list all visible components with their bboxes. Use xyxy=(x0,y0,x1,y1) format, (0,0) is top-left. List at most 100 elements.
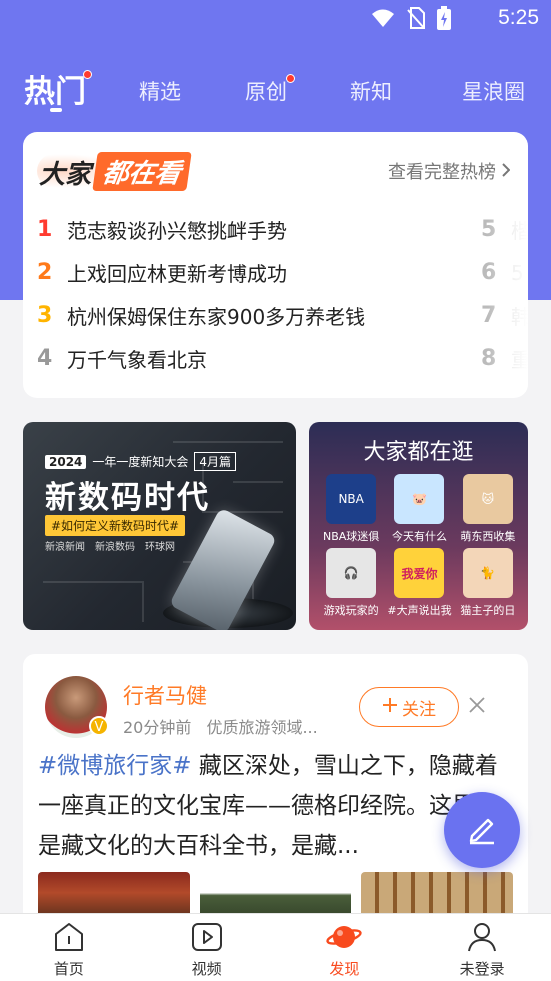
battery-icon xyxy=(437,6,451,34)
bottom-nav: 首页 视频 发现 未登录 xyxy=(0,913,551,981)
hot-rank: 1 xyxy=(37,217,53,242)
hot-title: 上戏回应林更新考博成功 xyxy=(67,262,287,286)
tab-selected[interactable]: 精选 xyxy=(139,76,181,106)
browsing-label: NBA球迷俱 xyxy=(323,530,380,543)
tab-label: 星浪圈 xyxy=(462,80,525,104)
plus-icon xyxy=(382,697,398,718)
nav-label: 发现 xyxy=(329,960,360,978)
hot-list-item[interactable]: 3 杭州保姆保住东家900多万养老钱 xyxy=(37,294,457,337)
kitten-image-icon: 🐈 xyxy=(462,548,513,598)
nav-discover[interactable]: 发现 xyxy=(276,914,414,981)
banner-title: 新数码时代 xyxy=(45,480,210,516)
browsing-item[interactable]: 🐈 猫主子的日 xyxy=(454,548,522,618)
verified-badge-icon: V xyxy=(89,716,109,736)
hot-list-card: 大家 都在看 查看完整热榜 1 范志毅谈孙兴慜挑衅手势 2 上戏回应林更新考博成… xyxy=(23,132,528,398)
feed-post: V 行者马健 20分钟前 优质旅游领域... 关注 #微博旅行家# 藏区深处，雪… xyxy=(23,654,528,924)
tab-label: 原创 xyxy=(245,80,287,104)
browsing-item[interactable]: NBA NBA球迷俱 xyxy=(317,474,385,544)
tab-badge-dot xyxy=(83,70,92,79)
browsing-label: 今天有什么 xyxy=(391,530,447,543)
tab-star-circle[interactable]: 星浪圈 xyxy=(462,76,525,106)
follow-label: 关注 xyxy=(402,699,436,720)
tab-original[interactable]: 原创 xyxy=(245,74,295,106)
event-header: 2024 一年一度新知大会 4月篇 xyxy=(45,452,237,471)
event-name: 一年一度新知大会 xyxy=(92,455,189,469)
no-sim-icon xyxy=(407,7,425,33)
browsing-label: #大声说出我 xyxy=(387,604,452,617)
video-icon xyxy=(191,922,223,956)
banner-hashtag: #如何定义新数码时代# xyxy=(45,515,186,536)
status-bar: 5:25 xyxy=(0,0,551,38)
hot-title: 杭州保姆保住东家900多万养老钱 xyxy=(67,305,366,329)
tab-label: 精选 xyxy=(139,80,181,104)
gamer-image-icon: 🎧 xyxy=(326,548,377,598)
hot-title: 范志毅谈孙兴慜挑衅手势 xyxy=(67,219,287,243)
tab-label: 新知 xyxy=(350,80,392,104)
event-year: 2024 xyxy=(45,454,87,469)
post-meta: 20分钟前 优质旅游领域... xyxy=(123,714,318,738)
tab-new-knowledge[interactable]: 新知 xyxy=(350,76,392,106)
status-time: 5:25 xyxy=(498,6,539,29)
hot-list-item[interactable]: 1 范志毅谈孙兴慜挑衅手势 xyxy=(37,208,457,251)
follow-button[interactable]: 关注 xyxy=(359,687,459,727)
pig-image-icon: 🐷 xyxy=(394,474,445,524)
full-hot-list-link[interactable]: 查看完整热榜 xyxy=(388,158,511,184)
nba-logo-icon: NBA xyxy=(326,474,377,524)
author-name[interactable]: 行者马健 xyxy=(123,680,207,710)
post-hashtag[interactable]: #微博旅行家# xyxy=(38,753,192,779)
status-icons xyxy=(371,6,451,34)
browsing-item[interactable]: 🐷 今天有什么 xyxy=(385,474,453,544)
sponsor-logo: 新浪新闻 xyxy=(45,542,85,553)
cat-image-icon: 🐱 xyxy=(462,474,513,524)
browsing-item[interactable]: 🐱 萌东西收集 xyxy=(454,474,522,544)
hot-list: 1 范志毅谈孙兴慜挑衅手势 2 上戏回应林更新考博成功 3 杭州保姆保住东家90… xyxy=(37,208,457,380)
nav-label: 视频 xyxy=(191,960,222,978)
chevron-right-icon xyxy=(502,161,511,182)
hot-rank: 2 xyxy=(37,260,53,285)
nav-video[interactable]: 视频 xyxy=(138,914,276,981)
post-source: 优质旅游领域... xyxy=(206,718,318,737)
wifi-icon xyxy=(371,8,395,32)
nav-profile[interactable]: 未登录 xyxy=(413,914,551,981)
new-digital-era-banner[interactable]: 2024 一年一度新知大会 4月篇 新数码时代 #如何定义新数码时代# 新浪新闻… xyxy=(23,422,296,630)
hot-list-item[interactable]: 2 上戏回应林更新考博成功 xyxy=(37,251,457,294)
browsing-item[interactable]: 我爱你 #大声说出我 xyxy=(385,548,453,618)
user-icon xyxy=(466,922,498,956)
browsing-label: 猫主子的日 xyxy=(460,604,516,617)
nav-label: 未登录 xyxy=(459,960,505,978)
home-icon xyxy=(53,922,85,956)
nav-label: 首页 xyxy=(53,960,84,978)
everyone-browsing-card[interactable]: 大家都在逛 NBA NBA球迷俱 🐷 今天有什么 🐱 萌东西收集 🎧 游戏玩家的… xyxy=(309,422,528,630)
browsing-label: 游戏玩家的 xyxy=(323,604,379,617)
love-image-icon: 我爱你 xyxy=(394,548,445,598)
tab-hot[interactable]: 热门 xyxy=(24,66,92,111)
tab-label: 热门 xyxy=(24,74,86,110)
hot-title: 万千气象看北京 xyxy=(67,348,207,372)
full-hot-list-label: 查看完整热榜 xyxy=(388,162,496,183)
brand-text: 大家 xyxy=(39,160,92,190)
hot-rank: 3 xyxy=(37,303,53,328)
fade-overlay xyxy=(488,192,528,392)
hot-list-brand: 大家 都在看 xyxy=(37,150,217,191)
close-icon[interactable] xyxy=(469,694,485,719)
tab-active-indicator xyxy=(50,108,62,112)
pencil-icon xyxy=(464,810,500,850)
discover-icon xyxy=(326,922,363,956)
sponsor-logo: 环球网 xyxy=(145,542,175,553)
browsing-item[interactable]: 🎧 游戏玩家的 xyxy=(317,548,385,618)
hot-list-item[interactable]: 4 万千气象看北京 xyxy=(37,337,457,380)
browsing-title: 大家都在逛 xyxy=(363,440,474,465)
event-month: 4月篇 xyxy=(194,452,237,471)
post-text[interactable]: #微博旅行家# 藏区深处，雪山之下，隐藏着一座真正的文化宝库——德格印经院。这里… xyxy=(38,746,498,866)
sponsor-logo: 新浪数码 xyxy=(95,542,135,553)
sponsor-logos: 新浪新闻 新浪数码 环球网 xyxy=(45,538,175,553)
compose-button[interactable] xyxy=(444,792,520,868)
browsing-grid: NBA NBA球迷俱 🐷 今天有什么 🐱 萌东西收集 🎧 游戏玩家的 我爱你 #… xyxy=(317,474,522,618)
browsing-label: 萌东西收集 xyxy=(460,530,516,543)
top-tabs: 热门 精选 原创 新知 星浪圈 xyxy=(0,60,551,120)
post-time: 20分钟前 xyxy=(123,718,192,737)
nav-home[interactable]: 首页 xyxy=(0,914,138,981)
tab-badge-dot xyxy=(286,74,295,83)
hot-rank: 4 xyxy=(37,346,53,371)
brand-highlight: 都在看 xyxy=(92,152,192,191)
